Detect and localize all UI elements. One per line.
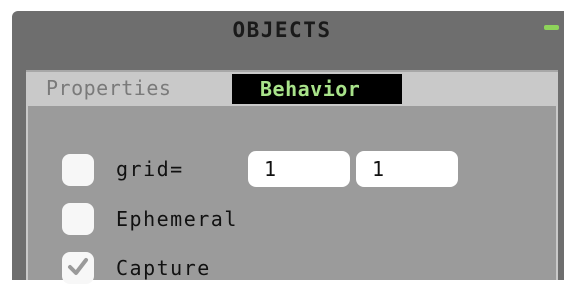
capture-label: Capture [116,256,211,280]
capture-checkbox[interactable] [62,252,94,284]
grid-x-field[interactable]: 1 [248,151,350,187]
check-icon [68,258,88,275]
tab-properties[interactable]: Properties [46,72,171,104]
ephemeral-checkbox[interactable] [62,203,94,235]
tab-behavior[interactable]: Behavior [232,74,402,104]
grid-checkbox[interactable] [62,154,94,186]
ephemeral-label: Ephemeral [116,207,238,231]
objects-panel: OBJECTS Properties Behavior grid= 1 1 Ep… [12,11,564,284]
grid-y-field[interactable]: 1 [356,151,458,187]
grid-label: grid= [116,157,184,181]
tab-bar: Properties Behavior [26,70,558,104]
panel-title: OBJECTS [232,18,332,42]
collapse-button[interactable] [544,25,559,30]
behavior-content: grid= 1 1 Ephemeral Capture [26,104,558,284]
